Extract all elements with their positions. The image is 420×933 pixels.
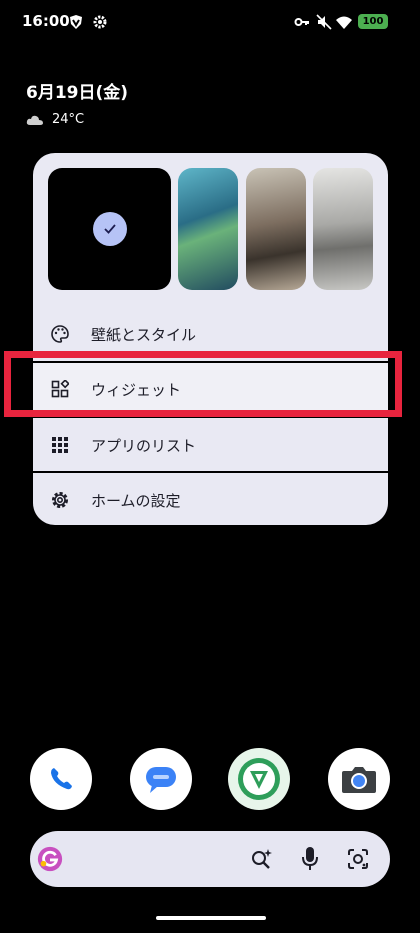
battery-icon: 100: [358, 14, 388, 29]
weather-widget[interactable]: 24°C: [26, 112, 84, 127]
menu-item-label: ホームの設定: [91, 491, 181, 510]
gear-icon: [93, 15, 107, 29]
wifi-icon: [336, 16, 352, 29]
google-logo-icon[interactable]: [36, 845, 64, 873]
palette-icon: [49, 323, 71, 345]
settings-gear-icon: [49, 489, 71, 511]
wallpaper-option-grey-feathers[interactable]: [313, 168, 373, 290]
ai-search-icon[interactable]: [248, 845, 276, 873]
home-date[interactable]: 6月19日(金): [26, 78, 128, 103]
menu-item-label: アプリのリスト: [91, 436, 197, 455]
microphone-icon[interactable]: [296, 845, 324, 873]
app-grid-icon: [49, 434, 71, 456]
search-bar[interactable]: [30, 831, 390, 887]
phone-app-icon[interactable]: [30, 748, 92, 810]
wallpaper-option-blue-feathers[interactable]: [178, 168, 238, 290]
menu-item-home-settings[interactable]: ホームの設定: [33, 474, 388, 526]
highlight-box: [4, 351, 402, 417]
wallpaper-option-brown-feathers[interactable]: [246, 168, 306, 290]
menu-item-label: 壁紙とスタイル: [91, 325, 197, 344]
menu-item-app-list[interactable]: アプリのリスト: [33, 419, 388, 471]
mute-icon: [316, 14, 332, 30]
menu-divider: [33, 471, 388, 473]
vpn-shield-icon: [70, 15, 82, 29]
status-time: 16:00: [22, 12, 70, 30]
gesture-nav-bar[interactable]: [156, 916, 266, 920]
cloud-icon: [26, 115, 43, 125]
temperature: 24°C: [52, 112, 85, 127]
lens-camera-icon[interactable]: [344, 845, 372, 873]
camera-app-icon[interactable]: [328, 748, 390, 810]
messages-app-icon[interactable]: [130, 748, 192, 810]
key-icon: [294, 18, 309, 26]
vpn-app-icon[interactable]: [228, 748, 290, 810]
checkmark-icon: [93, 212, 127, 246]
wallpaper-current[interactable]: [48, 168, 171, 290]
